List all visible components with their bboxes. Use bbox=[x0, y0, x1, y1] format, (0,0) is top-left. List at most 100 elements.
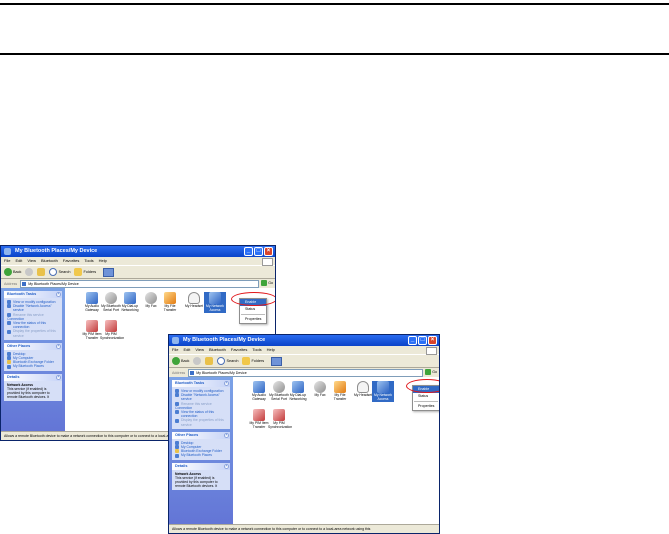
task-link[interactable]: View the status of this connection bbox=[7, 321, 59, 329]
service-item[interactable]: My Audio Gateway bbox=[248, 381, 270, 402]
menu-item-file[interactable]: File bbox=[4, 257, 10, 265]
collapse-chevron-icon[interactable]: ^ bbox=[56, 343, 61, 349]
place-link[interactable]: My Bluetooth Places bbox=[7, 364, 59, 369]
other-places-box: Other Places ^ Desktop My Computer Bluetooth… bbox=[172, 431, 230, 460]
fax-icon bbox=[314, 381, 326, 393]
task-label: View the status of this connection bbox=[181, 410, 214, 419]
bluetooth-tasks-box-title: Bluetooth Tasks bbox=[7, 292, 37, 296]
menu-item-help[interactable]: Help bbox=[99, 257, 107, 265]
menu-item-bluetooth[interactable]: Bluetooth bbox=[41, 257, 58, 265]
menu-item-view[interactable]: View bbox=[27, 257, 36, 265]
file-transfer-icon bbox=[164, 292, 176, 304]
back-button[interactable]: Back bbox=[172, 357, 189, 365]
context-menu-item-properties[interactable]: Properties bbox=[240, 316, 266, 323]
status-bar: Allows a remote Bluetooth device to make… bbox=[169, 524, 439, 533]
views-icon[interactable] bbox=[103, 267, 115, 277]
service-label: My Network Access bbox=[206, 304, 224, 312]
menu-item-view[interactable]: View bbox=[195, 346, 204, 354]
menu-item-tools[interactable]: Tools bbox=[84, 257, 93, 265]
menu-bar: File Edit View Bluetooth Favorites Tools Help bbox=[169, 346, 439, 355]
menu-item-help[interactable]: Help bbox=[267, 346, 275, 354]
collapse-chevron-icon[interactable]: ^ bbox=[224, 432, 229, 438]
pim-item-transfer-icon bbox=[253, 409, 265, 421]
explorer-window-front: My Bluetooth Places/My Device _ □ × File Edit… bbox=[168, 334, 440, 534]
context-menu-item-status[interactable]: Status bbox=[413, 393, 439, 400]
other-places-box-header[interactable]: Other Places ^ bbox=[172, 431, 230, 439]
service-item[interactable]: My File Transfer bbox=[159, 292, 181, 313]
menu-item-bluetooth[interactable]: Bluetooth bbox=[209, 346, 226, 354]
dialup-networking-icon bbox=[124, 292, 136, 304]
service-item[interactable]: My File Transfer bbox=[329, 381, 351, 402]
go-arrow-icon bbox=[261, 280, 268, 286]
close-icon[interactable]: × bbox=[264, 247, 273, 256]
service-item[interactable]: My Headset bbox=[352, 381, 374, 398]
bluetooth-tasks-box-header[interactable]: Bluetooth Tasks ^ bbox=[172, 380, 230, 387]
forward-arrow-icon[interactable] bbox=[25, 268, 34, 276]
go-button[interactable]: Go bbox=[261, 280, 273, 286]
menu-item-favorites[interactable]: Favorites bbox=[63, 257, 79, 265]
menu-item-edit[interactable]: Edit bbox=[183, 346, 190, 354]
forward-arrow-icon[interactable] bbox=[193, 357, 202, 365]
service-label: My PIM Synchronization bbox=[100, 332, 125, 340]
up-folder-icon[interactable] bbox=[37, 268, 46, 276]
maximize-icon[interactable]: □ bbox=[418, 336, 427, 345]
menu-item-file[interactable]: File bbox=[172, 346, 178, 354]
task-link[interactable]: Display the properties of this service bbox=[7, 329, 59, 338]
details-box-body: Network Access This service (if enabled) … bbox=[4, 381, 62, 402]
other-places-box: Other Places ^ Desktop My Computer Bluetooth… bbox=[4, 342, 62, 371]
menu-separator bbox=[414, 401, 439, 402]
folders-button[interactable]: Folders bbox=[74, 268, 96, 276]
details-box-header[interactable]: Details ^ bbox=[172, 462, 230, 470]
service-item[interactable]: My PIM Synchronization bbox=[268, 409, 292, 430]
service-item[interactable]: My Dial-up Networking bbox=[287, 381, 309, 402]
collapse-chevron-icon[interactable]: ^ bbox=[224, 381, 229, 386]
back-button[interactable]: Back bbox=[4, 268, 21, 276]
place-icon bbox=[175, 453, 179, 458]
task-link[interactable]: View the status of this connection bbox=[175, 410, 227, 418]
service-item[interactable]: My Network Access bbox=[204, 292, 226, 313]
go-arrow-icon bbox=[425, 369, 432, 375]
collapse-chevron-icon[interactable]: ^ bbox=[56, 374, 61, 380]
address-field[interactable]: My Bluetooth Places\My Device bbox=[20, 279, 259, 288]
service-item[interactable]: My Network Access bbox=[372, 381, 394, 402]
task-link[interactable]: Disable "Network Access" service bbox=[7, 304, 59, 312]
folders-button[interactable]: Folders bbox=[242, 357, 264, 365]
menu-item-edit[interactable]: Edit bbox=[15, 257, 22, 265]
other-places-box-header[interactable]: Other Places ^ bbox=[4, 342, 62, 350]
collapse-chevron-icon[interactable]: ^ bbox=[224, 463, 229, 469]
highlight-circle bbox=[231, 292, 275, 306]
search-button[interactable]: Search bbox=[49, 268, 70, 276]
views-icon[interactable] bbox=[271, 356, 283, 366]
service-item[interactable]: My PIM Synchronization bbox=[100, 320, 125, 341]
minimize-icon[interactable]: _ bbox=[244, 247, 253, 256]
collapse-chevron-icon[interactable]: ^ bbox=[56, 292, 61, 297]
task-icon bbox=[175, 393, 179, 398]
go-button[interactable]: Go bbox=[425, 369, 437, 375]
service-item[interactable]: My Headset bbox=[183, 292, 205, 309]
service-item[interactable]: My Dial-up Networking bbox=[119, 292, 141, 313]
minimize-icon[interactable]: _ bbox=[408, 336, 417, 345]
window-title: My Bluetooth Places/My Device bbox=[183, 337, 266, 343]
service-item[interactable]: My PIM Item Transfer bbox=[248, 409, 270, 430]
service-item[interactable]: My Fax bbox=[309, 381, 331, 398]
title-bar[interactable]: My Bluetooth Places/My Device _ □ × bbox=[169, 335, 439, 346]
context-menu-item-properties[interactable]: Properties bbox=[413, 403, 439, 410]
close-icon[interactable]: × bbox=[428, 336, 437, 345]
task-link[interactable]: Display the properties of this service bbox=[175, 418, 227, 427]
go-label: Go bbox=[268, 281, 273, 285]
place-link[interactable]: My Bluetooth Places bbox=[175, 453, 227, 458]
title-bar[interactable]: My Bluetooth Places/My Device _ □ × bbox=[1, 246, 275, 257]
menu-item-tools[interactable]: Tools bbox=[252, 346, 261, 354]
search-icon bbox=[49, 268, 58, 276]
maximize-icon[interactable]: □ bbox=[254, 247, 263, 256]
context-menu-item-status[interactable]: Status bbox=[240, 306, 266, 313]
up-folder-icon[interactable] bbox=[205, 357, 214, 365]
address-label: Address bbox=[4, 281, 18, 286]
bluetooth-tasks-box-header[interactable]: Bluetooth Tasks ^ bbox=[4, 291, 62, 298]
menu-item-favorites[interactable]: Favorites bbox=[231, 346, 247, 354]
details-box-header[interactable]: Details ^ bbox=[4, 373, 62, 381]
search-button[interactable]: Search bbox=[217, 357, 238, 365]
task-link[interactable]: Disable "Network Access" service bbox=[175, 393, 227, 401]
address-field[interactable]: My Bluetooth Places\My Device bbox=[188, 368, 423, 377]
network-access-icon bbox=[209, 292, 221, 304]
